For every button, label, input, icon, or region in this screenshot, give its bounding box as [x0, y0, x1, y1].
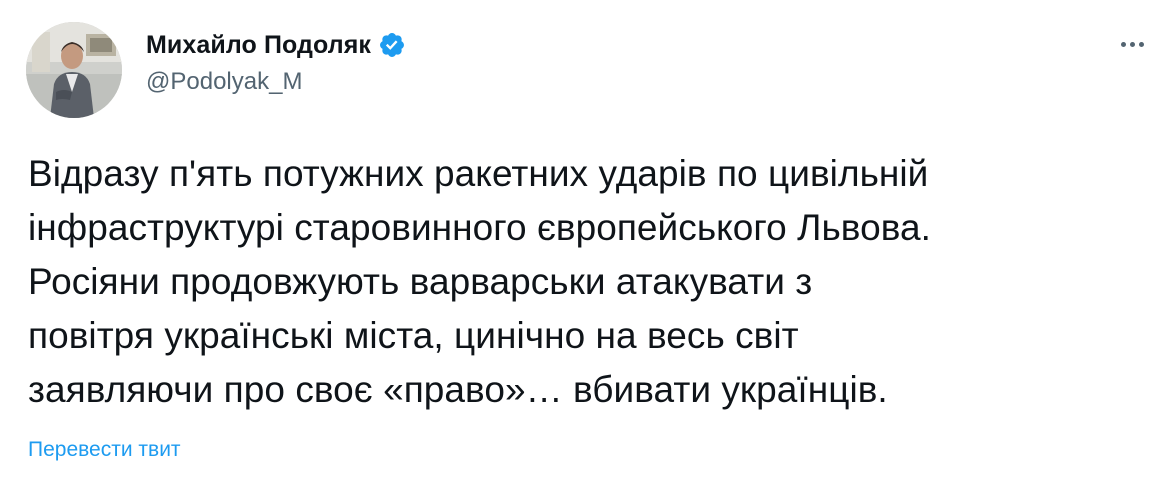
- tweet-header: Михайло Подоляк @Podolyak_M: [146, 28, 406, 96]
- profile-photo: [26, 22, 122, 118]
- name-row: Михайло Подоляк: [146, 28, 406, 62]
- author-name[interactable]: Михайло Подоляк: [146, 31, 371, 60]
- dot: [1129, 41, 1135, 47]
- author-handle[interactable]: @Podolyak_M: [146, 68, 406, 96]
- more-horizontal-icon[interactable]: [1112, 32, 1152, 56]
- dot: [1138, 41, 1144, 47]
- dot: [1120, 41, 1126, 47]
- tweet-card: Михайло Подоляк @Podolyak_M Відразу п'ят…: [0, 0, 1174, 492]
- tweet-text: Відразу п'ять потужних ракетних ударів п…: [28, 153, 931, 410]
- translate-tweet-link[interactable]: Перевести твит: [28, 438, 181, 462]
- verified-badge-icon: [378, 31, 406, 59]
- avatar[interactable]: [26, 22, 122, 118]
